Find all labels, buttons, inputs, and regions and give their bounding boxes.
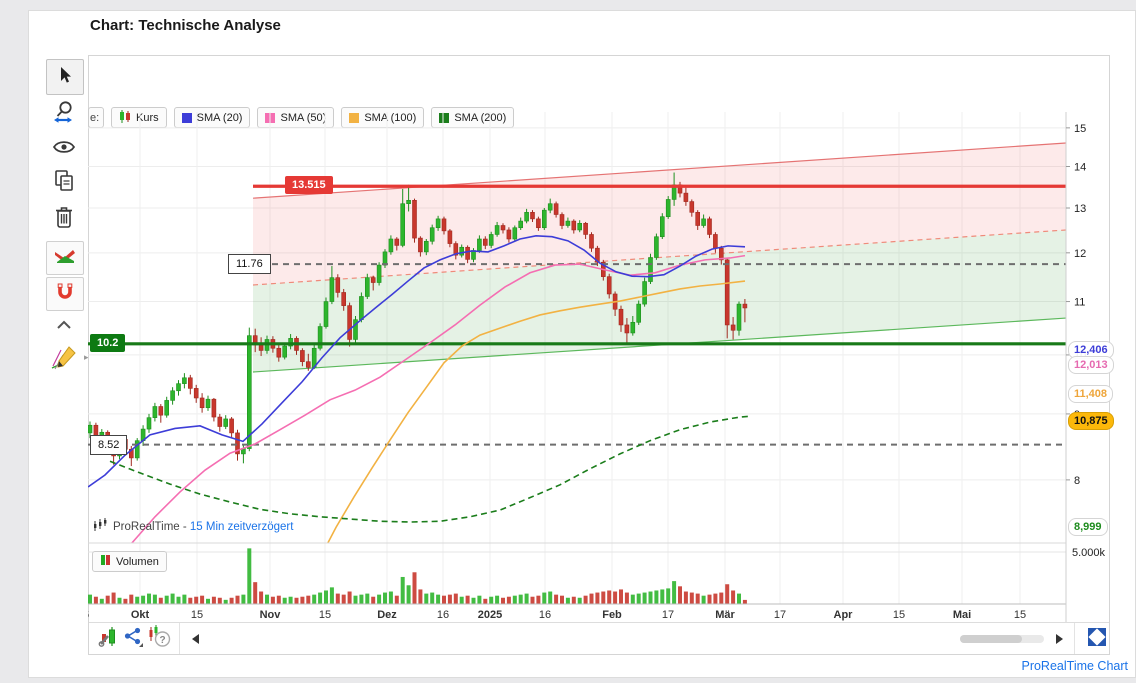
cursor-tool-button[interactable] <box>46 59 84 95</box>
help-icon: ? <box>146 624 172 654</box>
page: Chart: Technische Analyse ▸ e: Kurs SMA … <box>0 0 1136 683</box>
delete-tool-button[interactable] <box>46 203 82 235</box>
share-button[interactable] <box>121 627 145 651</box>
svg-text:15: 15 <box>1014 609 1026 621</box>
volume-legend-chip[interactable]: Volumen <box>92 551 167 572</box>
duplicate-tool-button[interactable] <box>46 167 82 199</box>
svg-text:17: 17 <box>774 609 786 621</box>
watermark: ProRealTime - 15 Min zeitverzögert <box>92 518 293 535</box>
svg-text:16: 16 <box>437 609 449 621</box>
svg-text:6: 6 <box>88 609 89 621</box>
scroll-left-button[interactable] <box>183 627 207 651</box>
visibility-tool-button[interactable] <box>46 133 82 165</box>
cursor-icon <box>55 65 75 90</box>
magnet-tool-button[interactable] <box>46 277 84 311</box>
prorealtime-chart-link[interactable]: ProRealTime Chart <box>1021 659 1128 673</box>
svg-text:?: ? <box>159 635 165 646</box>
svg-text:Okt: Okt <box>131 609 150 621</box>
svg-text:12: 12 <box>1074 248 1086 260</box>
volume-bars-icon <box>100 554 111 569</box>
svg-text:8: 8 <box>1074 475 1080 487</box>
watermark-delay: 15 Min zeitverzögert <box>189 520 294 533</box>
svg-text:16: 16 <box>539 609 551 621</box>
pencil-draw-icon <box>49 342 79 377</box>
zoom-tool-button[interactable] <box>46 98 82 130</box>
magnet-icon <box>54 282 76 307</box>
svg-text:Mär: Mär <box>715 609 735 621</box>
zigzag-chart-icon <box>53 247 77 270</box>
page-title: Chart: Technische Analyse <box>90 17 281 34</box>
svg-text:Nov: Nov <box>260 609 282 621</box>
chevron-up-icon <box>56 317 72 335</box>
arrow-right-icon <box>1055 634 1063 644</box>
svg-text:15: 15 <box>319 609 331 621</box>
scroll-right-button[interactable] <box>1047 627 1071 651</box>
trash-icon <box>54 205 74 234</box>
zoom-horizontal-icon <box>52 99 76 130</box>
chart-settings-icon <box>98 626 120 653</box>
chart-canvas[interactable]: 6 Okt 15 Nov 15 Dez 16 2025 16 Feb 17 Mär 17 Apr 15 Mai… <box>88 112 1105 623</box>
bottombar-separator <box>1074 623 1075 654</box>
fullscreen-button[interactable] <box>1085 627 1109 651</box>
scrollbar-thumb[interactable] <box>960 635 1022 643</box>
volume-legend-label: Volumen <box>116 555 159 568</box>
svg-text:Dez: Dez <box>377 609 397 621</box>
watermark-brand: ProRealTime - <box>113 520 190 533</box>
svg-text:2025: 2025 <box>478 609 502 621</box>
svg-text:15: 15 <box>1074 123 1086 135</box>
svg-text:13: 13 <box>1074 203 1086 215</box>
svg-text:10: 10 <box>1074 350 1086 362</box>
help-button[interactable]: ? <box>146 624 172 654</box>
arrow-left-icon <box>191 634 199 644</box>
share-icon <box>122 626 144 653</box>
svg-text:Feb: Feb <box>602 609 622 621</box>
svg-text:Mai: Mai <box>953 609 971 621</box>
fullscreen-icon <box>1088 627 1106 651</box>
bottombar-separator <box>179 623 180 654</box>
prorealtime-logo-icon <box>92 518 108 535</box>
svg-text:11: 11 <box>1074 297 1085 309</box>
svg-text:9: 9 <box>1074 409 1080 421</box>
svg-text:14: 14 <box>1074 161 1086 173</box>
eye-icon <box>53 139 75 160</box>
chart-settings-button[interactable] <box>97 626 121 653</box>
svg-text:Apr: Apr <box>834 609 854 621</box>
svg-text:5.000k: 5.000k <box>1072 547 1105 559</box>
copy-icon <box>53 169 75 198</box>
chart-style-button[interactable] <box>46 241 84 275</box>
bottom-toolbar: ? <box>89 622 1109 654</box>
svg-text:15: 15 <box>191 609 203 621</box>
collapse-toolbar-button[interactable] <box>46 316 82 336</box>
svg-text:15: 15 <box>893 609 905 621</box>
draw-tool-button[interactable] <box>46 340 82 378</box>
svg-text:17: 17 <box>662 609 674 621</box>
horizontal-scrollbar[interactable] <box>960 635 1044 643</box>
